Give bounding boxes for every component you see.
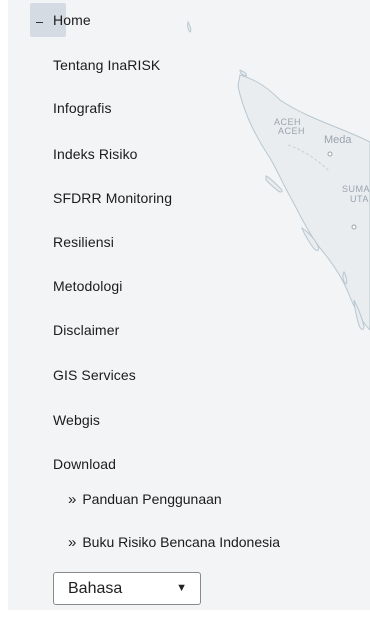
map-island xyxy=(265,175,283,193)
language-select-value: Bahasa xyxy=(68,580,123,597)
map-label-aceh-2: ACEH xyxy=(278,126,306,136)
page: ACEH ACEH Meda SUMA UTA Home Tentang Ina… xyxy=(0,0,370,623)
double-chevron-right-icon: » xyxy=(68,491,77,508)
caret-down-icon: ▼ xyxy=(176,582,187,594)
minus-icon xyxy=(36,22,43,23)
menu-item-download[interactable]: Download xyxy=(53,456,116,472)
submenu-item-panduan-penggunaan[interactable]: » Panduan Penggunaan xyxy=(68,491,222,508)
language-select[interactable]: Bahasa ▼ xyxy=(53,572,201,605)
menu-item-sfdrr-monitoring[interactable]: SFDRR Monitoring xyxy=(53,190,172,206)
sidebar-menu: ACEH ACEH Meda SUMA UTA Home Tentang Ina… xyxy=(8,0,370,610)
map-island xyxy=(187,20,192,33)
submenu-item-buku-risiko-bencana[interactable]: » Buku Risiko Bencana Indonesia xyxy=(68,534,280,551)
submenu-item-label: Buku Risiko Bencana Indonesia xyxy=(82,534,281,550)
menu-item-webgis[interactable]: Webgis xyxy=(53,412,100,428)
map-city-dot xyxy=(351,224,357,230)
menu-item-tentang-inarisk[interactable]: Tentang InaRISK xyxy=(53,57,160,73)
submenu-item-label: Panduan Penggunaan xyxy=(82,491,222,507)
map-city-dot xyxy=(327,151,333,157)
menu-item-metodologi[interactable]: Metodologi xyxy=(53,278,123,294)
menu-item-gis-services[interactable]: GIS Services xyxy=(53,367,136,383)
menu-item-indeks-risiko[interactable]: Indeks Risiko xyxy=(53,146,138,162)
double-chevron-right-icon: » xyxy=(68,534,77,551)
menu-item-resiliensi[interactable]: Resiliensi xyxy=(53,234,114,250)
menu-item-home[interactable]: Home xyxy=(53,12,91,28)
map-label-medan: Meda xyxy=(324,134,352,146)
menu-item-disclaimer[interactable]: Disclaimer xyxy=(53,322,119,338)
menu-item-infografis[interactable]: Infografis xyxy=(53,100,112,116)
map-label-uta: UTA xyxy=(350,194,369,204)
map-label-suma: SUMA xyxy=(342,184,370,194)
map-background xyxy=(187,20,370,331)
